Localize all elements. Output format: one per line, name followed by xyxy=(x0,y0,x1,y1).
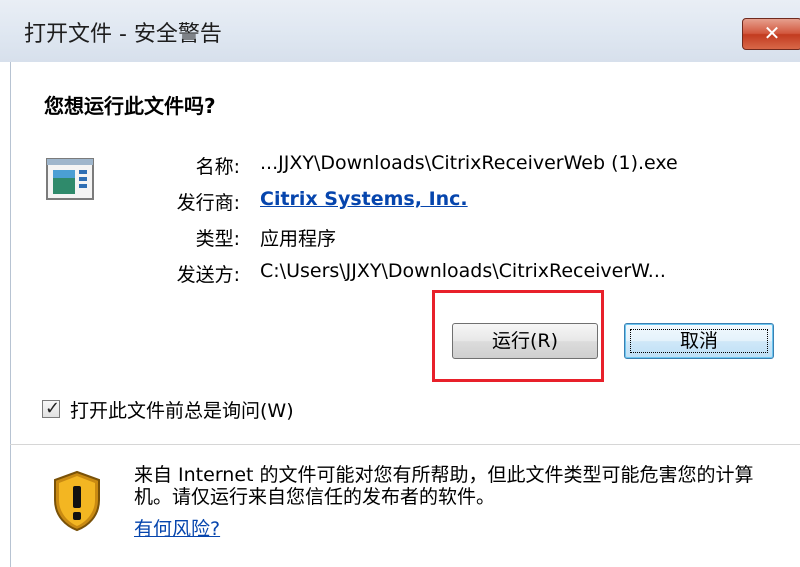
warning-shield-icon xyxy=(54,470,100,532)
security-warning-dialog: 打开文件 - 安全警告 ✕ 您想运行此文件吗? 名称: ...JJXY\Down… xyxy=(0,0,800,567)
always-ask-checkbox[interactable]: ✓ xyxy=(42,398,61,419)
from-value: C:\Users\JJXY\Downloads\CitrixReceiverW.… xyxy=(260,260,666,282)
title-bar[interactable]: 打开文件 - 安全警告 ✕ xyxy=(0,0,800,62)
cancel-button-label: 取消 xyxy=(679,330,718,352)
name-label: 名称: xyxy=(195,156,240,178)
type-value: 应用程序 xyxy=(260,228,337,250)
red-highlight-box xyxy=(432,290,604,382)
from-label: 发送方: xyxy=(176,264,240,286)
cancel-button[interactable]: 取消 xyxy=(624,323,774,359)
type-label: 类型: xyxy=(195,228,240,250)
always-ask-label[interactable]: 打开此文件前总是询问(W) xyxy=(70,396,294,423)
publisher-label: 发行商: xyxy=(176,192,240,214)
publisher-link[interactable]: Citrix Systems, Inc. xyxy=(260,188,468,210)
dialog-question: 您想运行此文件吗? xyxy=(44,94,216,118)
application-icon xyxy=(46,158,94,200)
checkmark-icon: ✓ xyxy=(45,398,61,419)
name-value: ...JJXY\Downloads\CitrixReceiverWeb (1).… xyxy=(260,152,678,174)
close-button[interactable]: ✕ xyxy=(742,18,800,50)
risk-link[interactable]: 有何风险? xyxy=(134,514,220,541)
window-title: 打开文件 - 安全警告 xyxy=(24,22,222,47)
warning-text: 来自 Internet 的文件可能对您有所帮助，但此文件类型可能危害您的计算机。… xyxy=(134,464,754,508)
divider xyxy=(10,444,800,445)
